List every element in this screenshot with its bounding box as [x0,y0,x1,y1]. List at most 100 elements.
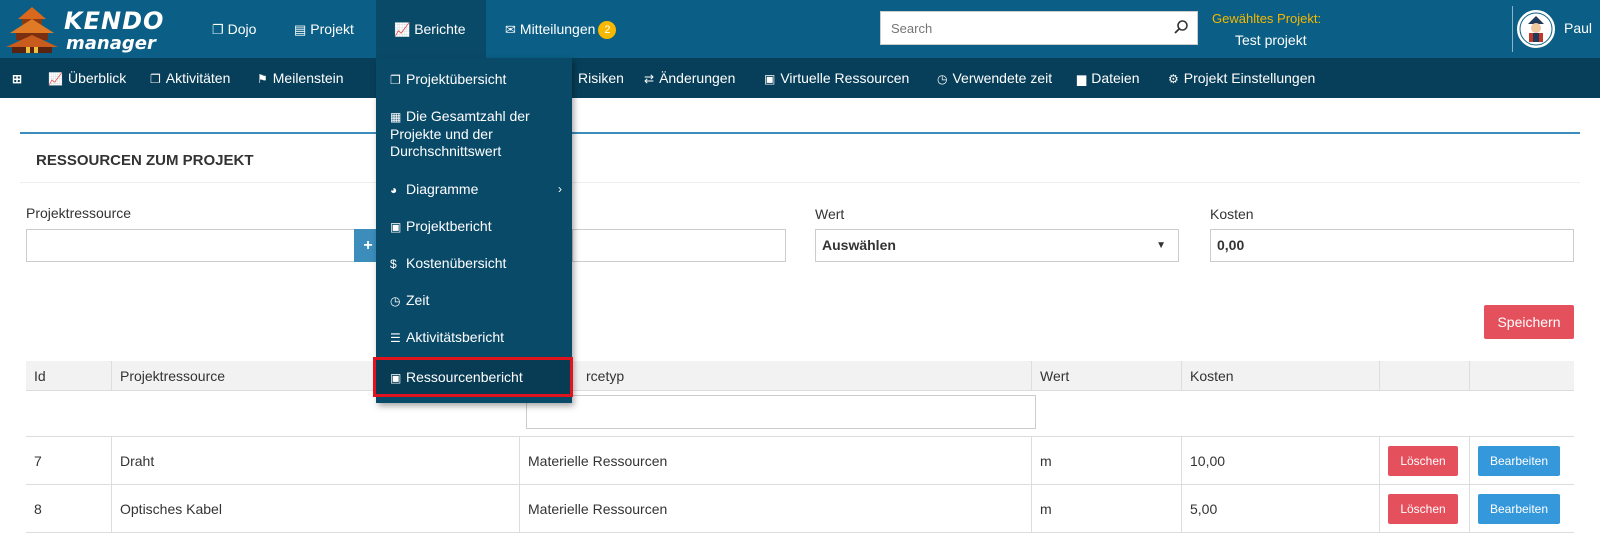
search-box [880,11,1198,45]
topnav-projekt[interactable]: ▤ Projekt [276,0,372,58]
save-button[interactable]: Speichern [1484,305,1574,339]
menu-item-diagramme[interactable]: ◕ Diagramme › [376,181,572,199]
project-subnav: ⊞ 📈 Überblick ❐ Aktivitäten ⚑ Meilenstein R… [0,58,1600,98]
resource-input[interactable] [26,229,356,262]
copy-icon: ❐ [150,72,161,86]
divider [1512,6,1513,52]
cell-cost: 5,00 [1182,485,1380,533]
chevron-right-icon: › [558,182,562,196]
pagoda-icon [6,7,58,53]
table-row: 8 Optisches Kabel Materielle Ressourcen … [26,485,1574,533]
briefcase-icon: ▣ [390,220,402,234]
topnav-mitteilungen-label: Mitteilungen [519,21,596,37]
menu-item-label: Projektübersicht [406,71,507,87]
header-kosten[interactable]: Kosten [1182,361,1380,391]
briefcase-icon: ▣ [390,371,402,385]
cell-delete: Löschen [1380,485,1470,533]
table-row: 7 Draht Materielle Ressourcen m 10,00 Lö… [26,437,1574,485]
delete-button[interactable]: Löschen [1388,494,1458,524]
cell-unit: m [1032,437,1182,485]
copy-icon: ❐ [212,22,224,37]
menu-item-label: Diagramme [406,181,479,197]
header-empty [1380,361,1470,391]
folder-icon: ▆ [1077,72,1087,86]
file-icon: ▤ [294,22,307,37]
line-chart-icon: 📈 [48,72,63,86]
topnav-dojo-label: Dojo [227,21,257,37]
menu-item-aktivitaetsbericht[interactable]: ☰ Aktivitätsbericht [376,329,572,347]
search-icon[interactable] [1173,19,1189,35]
subnav-dateien[interactable]: ▆ Dateien [1077,58,1140,98]
resource-type-input[interactable] [572,229,786,262]
topnav-projekt-label: Projekt [310,21,354,37]
exchange-icon: ⇄ [644,72,655,86]
flag-icon: ⚑ [257,72,268,86]
resource-type-filter-input[interactable] [526,395,1036,429]
line-chart-icon: 📈 [394,22,411,37]
subnav-aenderungen[interactable]: ⇄ Änderungen [644,58,735,98]
menu-item-projektbericht[interactable]: ▣ Projektbericht [376,218,572,236]
topnav-berichte[interactable]: 📈 Berichte [376,0,486,58]
subnav-dateien-label: Dateien [1091,70,1140,86]
samurai-avatar-icon [1519,12,1553,46]
subnav-aktivitaeten[interactable]: ❐ Aktivitäten [150,58,230,98]
subnav-projekt-einstellungen[interactable]: ⚙ Projekt Einstellungen [1168,58,1315,98]
berichte-dropdown-menu: ❐ Projektübersicht ▦ Die Gesamtzahl der Pr… [373,58,573,403]
cogs-icon: ⚙ [1168,72,1179,86]
plus-square-icon: ⊞ [12,72,23,86]
subnav-ueberblick[interactable]: 📈 Überblick [48,58,126,98]
caret-down-icon: ▼ [1156,240,1166,251]
resource-field-label: Projektressource [26,205,132,221]
value-select[interactable]: Auswählen ▼ [815,229,1179,262]
cell-unit: m [1032,485,1182,533]
menu-item-label: Zeit [406,292,430,308]
header-ressourcetyp[interactable]: rcetyp [520,361,1032,391]
cell-id: 7 [26,437,112,485]
menu-item-gesamtzahl[interactable]: ▦ Die Gesamtzahl der Projekte und der Dur… [376,108,546,160]
subnav-virtuelle-ressourcen-label: Virtuelle Ressourcen [780,70,910,86]
table-header: Id Projektressource rcetyp Wert Kosten [26,361,1574,391]
cell-resource: Draht [112,437,520,485]
calculator-icon: ▦ [390,110,402,124]
kendo-logo[interactable]: KENDO manager [4,3,163,55]
topnav-dojo[interactable]: ❐ Dojo [194,0,274,58]
menu-item-label: Aktivitätsbericht [406,329,505,345]
selected-project-label: Gewähltes Projekt: [1212,11,1322,26]
cell-cost: 10,00 [1182,437,1380,485]
avatar[interactable] [1517,10,1555,48]
topnav-berichte-label: Berichte [414,21,466,37]
topnav-mitteilungen[interactable]: ✉ Mitteilungen 2 [487,0,634,58]
delete-button[interactable]: Löschen [1388,446,1458,476]
subnav-meilenstein[interactable]: ⚑ Meilenstein [257,58,344,98]
subnav-add[interactable]: ⊞ [12,58,27,98]
subnav-virtuelle-ressourcen[interactable]: ▣ Virtuelle Ressourcen [764,58,909,98]
subnav-verwendete-zeit[interactable]: ◷ Verwendete zeit [937,58,1052,98]
subnav-meilenstein-label: Meilenstein [272,70,344,86]
subnav-risiken[interactable]: Risiken [578,58,624,98]
search-input[interactable] [881,12,1161,44]
menu-item-ressourcenbericht[interactable]: ▣ Ressourcenbericht [373,357,573,397]
header-empty [1470,361,1574,391]
edit-button[interactable]: Bearbeiten [1478,494,1560,524]
user-name[interactable]: Paul [1564,20,1592,36]
header-id[interactable]: Id [26,361,112,391]
subnav-ueberblick-label: Überblick [67,70,127,86]
menu-item-kostenuebersicht[interactable]: $ Kostenübersicht [376,255,572,273]
selected-project-name[interactable]: Test projekt [1235,32,1307,48]
subnav-projekt-einstellungen-label: Projekt Einstellungen [1183,70,1316,86]
notification-badge: 2 [598,21,617,39]
cost-input[interactable]: 0,00 [1210,229,1574,262]
cell-edit: Bearbeiten [1470,437,1574,485]
cell-edit: Bearbeiten [1470,485,1574,533]
edit-button[interactable]: Bearbeiten [1478,446,1560,476]
header-wert[interactable]: Wert [1032,361,1182,391]
menu-item-projektuebersicht[interactable]: ❐ Projektübersicht [376,71,572,89]
subnav-verwendete-zeit-label: Verwendete zeit [952,70,1053,86]
clock-icon: ◷ [390,294,401,308]
menu-item-label: Ressourcenbericht [406,369,523,385]
cell-type: Materielle Ressourcen [520,485,1032,533]
subnav-risiken-label: Risiken [578,70,624,86]
value-field-label: Wert [815,206,845,222]
menu-item-zeit[interactable]: ◷ Zeit [376,292,572,310]
briefcase-icon: ▣ [764,72,776,86]
